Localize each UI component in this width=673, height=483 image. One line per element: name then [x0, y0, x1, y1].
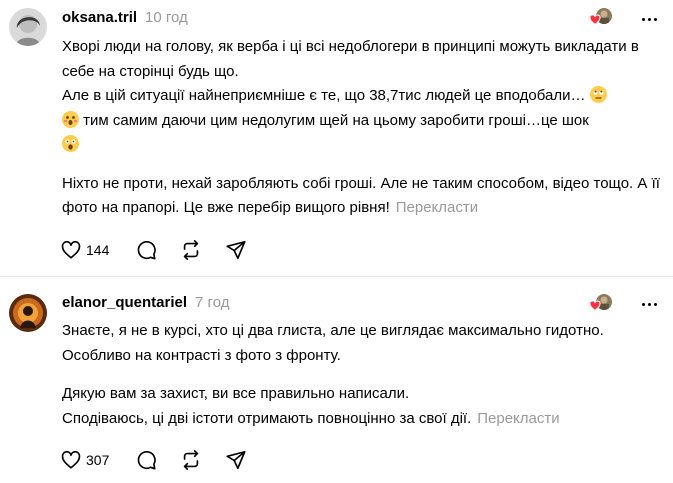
repost-arrows-icon	[184, 240, 199, 260]
eye-roll-emoji-icon	[589, 86, 607, 103]
translate-link[interactable]: Перекласти	[396, 199, 478, 216]
heart-outline-icon	[61, 241, 81, 259]
comment-header: oksana.tril 10 год	[62, 9, 188, 29]
like-button[interactable]: 307	[60, 449, 109, 471]
share-button[interactable]	[225, 239, 247, 261]
share-button[interactable]	[225, 449, 247, 471]
comment-body: Хворі люди на голову, як верба і ці всі …	[62, 35, 662, 221]
avatar-image	[9, 8, 47, 46]
gasp-emoji-icon	[62, 110, 79, 128]
comment-body: Знаєте, я не в курсі, хто ці два глиста,…	[62, 319, 662, 431]
paper-plane-icon	[226, 450, 246, 470]
heart-filled-icon	[589, 300, 601, 312]
speech-bubble-icon	[138, 241, 157, 260]
avatar[interactable]	[9, 8, 47, 46]
action-bar: 144	[60, 237, 247, 263]
username[interactable]: elanor_quentariel	[62, 294, 187, 311]
repost-arrows-icon	[184, 450, 199, 470]
action-bar: 307	[60, 447, 247, 473]
repost-button[interactable]	[180, 449, 202, 471]
comment-card: elanor_quentariel 7 год Знаєте, я не в к…	[0, 277, 673, 483]
shocked-emoji-icon	[62, 135, 79, 152]
comment-paragraph: Дякую вам за захист, ви все правильно на…	[62, 385, 560, 427]
comment-paragraph: Хворі люди на голову, як верба і ці всі …	[62, 35, 662, 158]
comment-paragraph: Знаєте, я не в курсі, хто ці два глиста,…	[62, 322, 604, 364]
heart-outline-icon	[61, 451, 81, 469]
like-count: 307	[86, 452, 110, 468]
more-horizontal-icon	[641, 17, 645, 21]
speech-bubble-icon	[138, 451, 157, 470]
reply-button[interactable]	[135, 449, 157, 471]
liked-by-author-badge	[589, 294, 615, 314]
paper-plane-icon	[226, 240, 246, 260]
timestamp[interactable]: 10 год	[145, 9, 188, 26]
timestamp[interactable]: 7 год	[195, 294, 229, 311]
translate-link[interactable]: Перекласти	[477, 410, 559, 427]
comment-header: elanor_quentariel 7 год	[62, 294, 229, 314]
comment-paragraph: Ніхто не проти, нехай заробляють собі гр…	[62, 174, 660, 217]
more-button[interactable]	[637, 9, 661, 29]
reply-button[interactable]	[135, 239, 157, 261]
heart-filled-icon	[589, 14, 601, 26]
liked-by-author-badge	[589, 8, 615, 28]
repost-button[interactable]	[180, 239, 202, 261]
username[interactable]: oksana.tril	[62, 9, 137, 26]
avatar[interactable]	[9, 294, 47, 332]
like-button[interactable]: 144	[60, 239, 109, 261]
more-button[interactable]	[637, 294, 661, 314]
more-horizontal-icon	[641, 302, 645, 306]
like-count: 144	[86, 242, 110, 258]
comment-card: oksana.tril 10 год Хворі люди на голову,…	[0, 0, 673, 276]
avatar-image	[9, 294, 47, 332]
